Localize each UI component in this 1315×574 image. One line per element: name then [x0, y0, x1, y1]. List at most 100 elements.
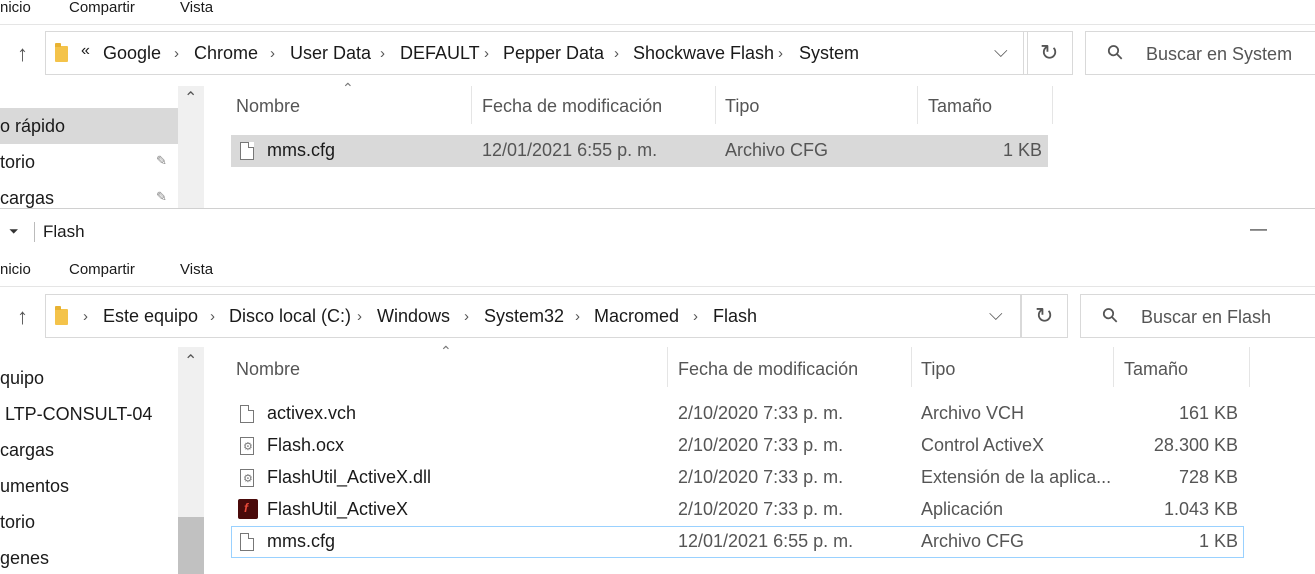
column-divider[interactable]: [1113, 347, 1114, 387]
chevron-right-icon[interactable]: ›: [484, 45, 489, 62]
nav-scrollbar[interactable]: ⌃: [178, 347, 204, 574]
nav-item-ltp-consult[interactable]: LTP-CONSULT-04: [5, 404, 152, 425]
ribbon-tab-vista[interactable]: Vista: [180, 261, 213, 278]
gear-file-icon: ⚙: [240, 469, 254, 487]
chevron-right-icon[interactable]: ›: [693, 308, 698, 325]
column-header-type[interactable]: Tipo: [921, 359, 955, 380]
chevron-right-icon[interactable]: ›: [614, 45, 619, 62]
folder-icon: [55, 43, 68, 62]
breadcrumb-user-data[interactable]: User Data: [290, 43, 371, 64]
pin-icon[interactable]: ✎: [156, 153, 167, 169]
column-header-name[interactable]: Nombre: [236, 359, 300, 380]
column-divider[interactable]: [1052, 86, 1053, 124]
table-row[interactable]: mms.cfg 12/01/2021 6:55 p. m. Archivo CF…: [231, 135, 1048, 167]
file-icon: [240, 405, 254, 423]
breadcrumb-flash[interactable]: Flash: [713, 306, 757, 327]
breadcrumb-shockwave-flash[interactable]: Shockwave Flash: [633, 43, 774, 64]
table-row[interactable]: f FlashUtil_ActiveX 2/10/2020 7:33 p. m.…: [231, 494, 1244, 526]
chevron-right-icon[interactable]: ›: [575, 308, 580, 325]
ribbon-tab-inicio[interactable]: nicio: [0, 0, 31, 16]
quick-access-dropdown-icon[interactable]: ⏷: [9, 224, 19, 239]
column-divider[interactable]: [911, 347, 912, 387]
breadcrumb-system32[interactable]: System32: [484, 306, 564, 327]
column-divider[interactable]: [667, 347, 668, 387]
scroll-up-icon[interactable]: ⌃: [184, 351, 197, 371]
file-type: Extensión de la aplica...: [921, 467, 1112, 487]
pin-icon[interactable]: ✎: [156, 189, 167, 205]
nav-item-descargas[interactable]: cargas: [0, 188, 54, 208]
breadcrumb-windows[interactable]: Windows: [377, 306, 450, 327]
up-arrow-icon[interactable]: ↑: [17, 43, 28, 65]
table-row[interactable]: mms.cfg 12/01/2021 6:55 p. m. Archivo CF…: [231, 526, 1244, 558]
ribbon-tab-inicio[interactable]: nicio: [0, 261, 31, 278]
column-divider[interactable]: [715, 86, 716, 124]
scroll-thumb[interactable]: [178, 517, 204, 574]
column-header-type[interactable]: Tipo: [725, 96, 759, 117]
file-name: mms.cfg: [267, 140, 336, 160]
file-size: 161 KB: [1178, 403, 1238, 423]
column-header-size[interactable]: Tamaño: [928, 96, 992, 117]
breadcrumb-este-equipo[interactable]: Este equipo: [103, 306, 198, 327]
breadcrumb-default[interactable]: DEFAULT: [400, 43, 480, 64]
chevron-right-icon[interactable]: ›: [464, 308, 469, 325]
chevron-right-icon[interactable]: ›: [778, 45, 783, 62]
column-header-date[interactable]: Fecha de modificación: [482, 96, 662, 117]
up-arrow-icon[interactable]: ↑: [17, 306, 28, 328]
bottom-window: ⏷ Flash — nicio Compartir Vista ↑ › Este…: [0, 208, 1315, 574]
chevron-down-icon[interactable]: ⌵: [994, 41, 1008, 62]
nav-item-documentos[interactable]: umentos: [0, 476, 69, 497]
chevron-right-icon[interactable]: ›: [270, 45, 275, 62]
top-window: nicio Compartir Vista ↑ « Google › Chrom…: [0, 0, 1315, 208]
column-divider[interactable]: [1249, 347, 1250, 387]
refresh-button[interactable]: ↻: [1021, 294, 1068, 338]
nav-item-escritorio[interactable]: torio: [0, 512, 35, 533]
file-date: 2/10/2020 7:33 p. m.: [678, 499, 844, 519]
table-row[interactable]: activex.vch 2/10/2020 7:33 p. m. Archivo…: [231, 398, 1244, 430]
breadcrumb-chrome[interactable]: Chrome: [194, 43, 258, 64]
breadcrumb-google[interactable]: Google: [103, 43, 161, 64]
search-box[interactable]: ⚲ Buscar en Flash: [1080, 294, 1315, 338]
nav-item-este-equipo[interactable]: quipo: [0, 368, 44, 389]
column-header-name[interactable]: Nombre: [236, 96, 300, 117]
breadcrumb-pepper-data[interactable]: Pepper Data: [503, 43, 604, 64]
breadcrumb-system[interactable]: System: [799, 43, 859, 64]
table-row[interactable]: ⚙ FlashUtil_ActiveX.dll 2/10/2020 7:33 p…: [231, 462, 1244, 494]
column-divider[interactable]: [471, 86, 472, 124]
scroll-up-icon[interactable]: ⌃: [184, 88, 197, 108]
breadcrumb-disco-local[interactable]: Disco local (C:): [229, 306, 351, 327]
ribbon-divider: [0, 286, 1315, 287]
nav-item-acceso-rapido[interactable]: o rápido: [0, 116, 65, 137]
table-row[interactable]: ⚙ Flash.ocx 2/10/2020 7:33 p. m. Control…: [231, 430, 1244, 462]
breadcrumb-overflow[interactable]: «: [81, 42, 90, 60]
file-name: mms.cfg: [267, 531, 336, 551]
file-type: Control ActiveX: [921, 435, 1045, 455]
chevron-right-icon[interactable]: ›: [174, 45, 179, 62]
minimize-button[interactable]: —: [1250, 219, 1267, 239]
refresh-button[interactable]: ↻: [1027, 31, 1073, 75]
column-divider[interactable]: [917, 86, 918, 124]
search-icon: ⚲: [1102, 39, 1129, 66]
chevron-right-icon[interactable]: ›: [380, 45, 385, 62]
breadcrumb-macromed[interactable]: Macromed: [594, 306, 679, 327]
search-input[interactable]: Buscar en Flash: [1141, 307, 1271, 328]
file-date: 12/01/2021 6:55 p. m.: [678, 531, 854, 551]
chevron-right-icon[interactable]: ›: [210, 308, 215, 325]
column-header-size[interactable]: Tamaño: [1124, 359, 1188, 380]
nav-item-descargas[interactable]: cargas: [0, 440, 54, 461]
nav-item-escritorio[interactable]: torio: [0, 152, 35, 173]
address-bar[interactable]: › Este equipo › Disco local (C:) › Windo…: [45, 294, 1022, 338]
file-size: 1.043 KB: [1163, 499, 1238, 519]
ribbon-tab-compartir[interactable]: Compartir: [69, 0, 135, 16]
nav-item-imagenes[interactable]: genes: [0, 548, 49, 569]
search-input[interactable]: Buscar en System: [1146, 44, 1292, 65]
address-bar[interactable]: « Google › Chrome › User Data › DEFAULT …: [45, 31, 1028, 75]
chevron-right-icon[interactable]: ›: [83, 308, 88, 325]
chevron-right-icon[interactable]: ›: [357, 308, 362, 325]
column-header-date[interactable]: Fecha de modificación: [678, 359, 858, 380]
ribbon-tab-compartir[interactable]: Compartir: [69, 261, 135, 278]
file-date: 2/10/2020 7:33 p. m.: [678, 467, 844, 487]
nav-scrollbar[interactable]: ⌃: [178, 86, 204, 208]
chevron-down-icon[interactable]: ⌵: [989, 304, 1003, 325]
ribbon-tab-vista[interactable]: Vista: [180, 0, 213, 16]
search-box[interactable]: ⚲ Buscar en System: [1085, 31, 1315, 75]
